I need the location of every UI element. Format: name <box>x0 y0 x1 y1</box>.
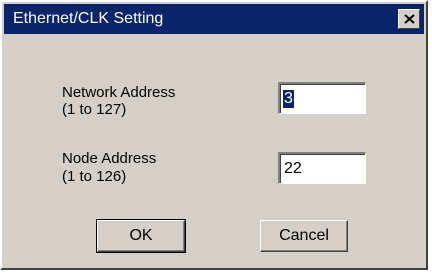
title-bar[interactable]: Ethernet/CLK Setting <box>4 4 424 34</box>
network-address-label: Network Address <box>62 84 176 101</box>
node-address-range: (1 to 126) <box>62 168 127 185</box>
close-icon <box>404 14 415 24</box>
node-address-label: Node Address <box>62 150 157 167</box>
network-address-field[interactable]: 3 <box>278 82 366 114</box>
network-address-range: (1 to 127) <box>62 101 127 118</box>
dialog-window: Ethernet/CLK Setting Network Address (1 … <box>0 0 428 270</box>
node-address-value: 22 <box>284 160 302 177</box>
cancel-button[interactable]: Cancel <box>260 220 348 252</box>
node-address-field[interactable]: 22 <box>278 152 366 184</box>
close-button[interactable] <box>398 9 420 29</box>
window-title: Ethernet/CLK Setting <box>13 10 164 27</box>
network-address-value: 3 <box>283 90 294 108</box>
ok-button[interactable]: OK <box>96 219 186 253</box>
